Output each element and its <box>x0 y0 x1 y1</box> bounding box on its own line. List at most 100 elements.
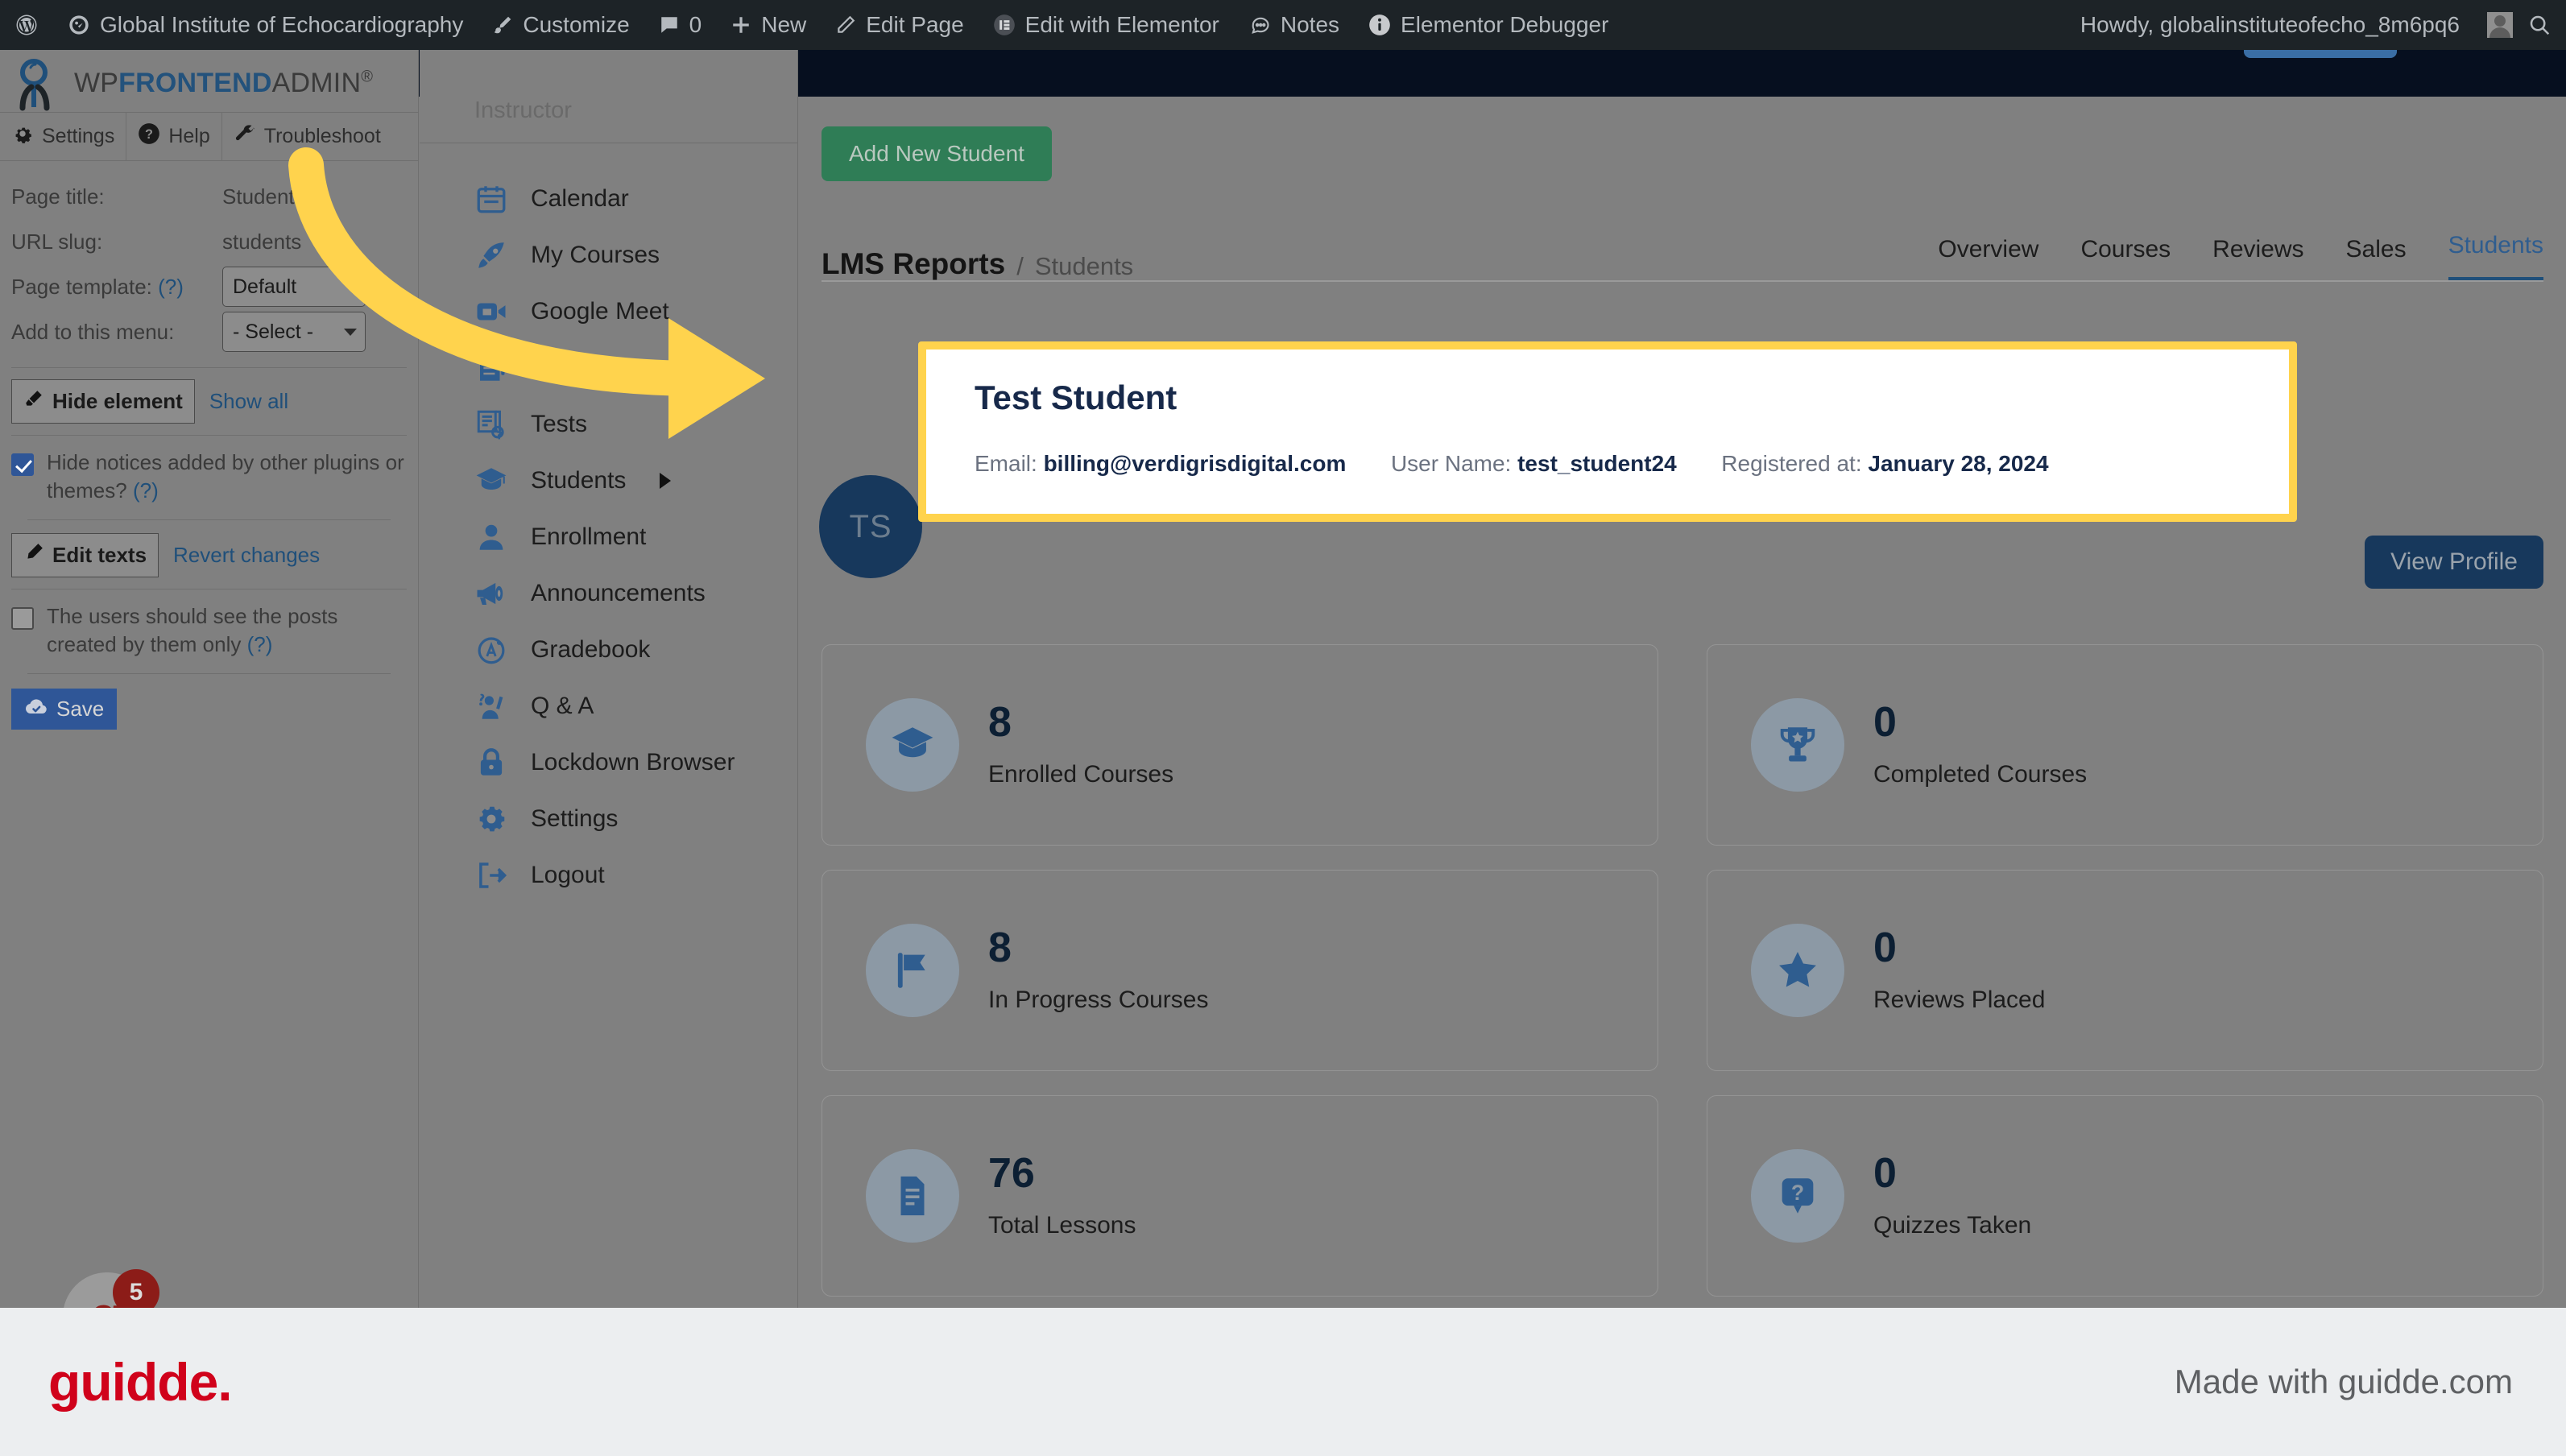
stat-card-quizzes-taken: ? 0 Quizzes Taken <box>1707 1095 2543 1297</box>
avatar[interactable] <box>2487 12 2513 38</box>
gear-icon <box>11 122 34 151</box>
graduation-cap-icon <box>866 698 959 792</box>
sidebar-item-logout[interactable]: Logout <box>420 847 797 904</box>
site-name-menu[interactable]: Global Institute of Echocardiography <box>53 0 478 50</box>
student-meta: Email: billing@verdigrisdigital.com User… <box>975 451 2049 477</box>
search-icon[interactable] <box>2513 0 2566 50</box>
student-info-highlight-card: Test Student Email: billing@verdigrisdig… <box>918 341 2297 522</box>
howdy-user-menu[interactable]: Howdy, globalinstituteofecho_8m6pq6 <box>2066 0 2474 50</box>
email-label: Email: <box>975 451 1037 476</box>
stat-card-text: 0 Quizzes Taken <box>1873 1152 2031 1239</box>
sidebar-item-announcements[interactable]: Announcements <box>420 565 797 622</box>
stat-label: Enrolled Courses <box>988 761 1174 788</box>
customize-menu[interactable]: Customize <box>478 0 644 50</box>
stat-value: 0 <box>1873 699 1897 746</box>
stat-value: 76 <box>988 1150 1035 1197</box>
made-with-guidde-label: Made with guidde.com <box>2174 1363 2513 1400</box>
guidde-footer: guidde. Made with guidde.com <box>0 1308 2566 1456</box>
stat-card-reviews-placed: 0 Reviews Placed <box>1707 870 2543 1071</box>
guidde-logo: guidde. <box>48 1352 233 1412</box>
edit-texts-label: Edit texts <box>52 543 147 568</box>
tab-students[interactable]: Students <box>2448 232 2543 281</box>
view-profile-button[interactable]: View Profile <box>2365 536 2543 589</box>
wordpress-logo-menu[interactable] <box>0 0 53 50</box>
magnifier-person-icon <box>10 55 68 113</box>
cloud-save-icon <box>24 697 48 722</box>
edit-page-menu[interactable]: Edit Page <box>821 0 978 50</box>
site-name-label: Global Institute of Echocardiography <box>100 12 464 37</box>
report-tabs: Overview Courses Reviews Sales Students <box>1938 232 2543 281</box>
users-own-posts-checkbox[interactable] <box>11 607 34 631</box>
username-value: test_student24 <box>1517 451 1677 476</box>
tabs-underline <box>822 280 2543 282</box>
sidebar-item-qa[interactable]: Q & A <box>420 678 797 734</box>
new-label: New <box>761 12 807 37</box>
help-icon: ? <box>138 122 160 151</box>
gear-icon <box>474 802 508 836</box>
stat-value: 8 <box>988 924 1012 971</box>
hide-element-label: Hide element <box>52 389 183 413</box>
elementor-icon <box>993 14 1016 36</box>
comments-count: 0 <box>689 12 702 37</box>
notes-menu[interactable]: Notes <box>1234 0 1354 50</box>
stat-card-text: 8 In Progress Courses <box>988 927 1208 1014</box>
dashboard-icon <box>68 14 90 36</box>
wp-admin-bar: Global Institute of Echocardiography Cus… <box>0 0 2566 50</box>
tab-overview[interactable]: Overview <box>1938 236 2038 281</box>
elementor-debugger-label: Elementor Debugger <box>1401 12 1609 37</box>
registered-label: Registered at: <box>1721 451 1862 476</box>
student-name: Test Student <box>975 378 1177 416</box>
document-icon <box>866 1149 959 1243</box>
stat-card-completed-courses: 0 Completed Courses <box>1707 644 2543 846</box>
svg-text:?: ? <box>145 127 153 142</box>
save-button[interactable]: Save <box>11 689 118 730</box>
tab-courses[interactable]: Courses <box>2080 236 2171 281</box>
edit-with-elementor-menu[interactable]: Edit with Elementor <box>979 0 1234 50</box>
edit-texts-button[interactable]: Edit texts <box>11 533 159 578</box>
new-content-menu[interactable]: New <box>716 0 821 50</box>
stat-value: 8 <box>988 699 1012 746</box>
guidde-arrow <box>288 147 765 439</box>
instructor-title: Instructor <box>420 50 797 143</box>
stat-card-text: 8 Enrolled Courses <box>988 701 1173 788</box>
elementor-debugger-menu[interactable]: Elementor Debugger <box>1354 0 1623 50</box>
brand-frontend: FRONTEND <box>118 68 272 98</box>
notes-icon <box>1248 14 1271 36</box>
tab-settings[interactable]: Settings <box>0 113 127 160</box>
users-own-posts-help-icon[interactable]: (?) <box>247 632 273 656</box>
pencil-icon <box>23 542 44 569</box>
svg-text:?: ? <box>1791 1181 1804 1205</box>
sidebar-item-label: Logout <box>531 862 605 888</box>
users-own-posts-label: The users should see the posts created b… <box>47 602 407 659</box>
sidebar-item-lockdown-browser[interactable]: Lockdown Browser <box>420 734 797 791</box>
save-label: Save <box>56 697 105 722</box>
question-mark-icon: ? <box>1751 1149 1844 1243</box>
stat-card-in-progress-courses: 8 In Progress Courses <box>822 870 1658 1071</box>
hide-element-button[interactable]: Hide element <box>11 379 195 424</box>
screenshot-root: Global Institute of Echocardiography Cus… <box>0 0 2566 1456</box>
tab-sales[interactable]: Sales <box>2346 236 2407 281</box>
stat-label: Reviews Placed <box>1873 987 2046 1013</box>
star-icon <box>1751 924 1844 1017</box>
sidebar-item-label: Q & A <box>531 693 594 719</box>
sidebar-item-settings[interactable]: Settings <box>420 791 797 847</box>
hide-notices-help-icon[interactable]: (?) <box>133 478 159 503</box>
plus-icon <box>730 14 751 35</box>
breadcrumb-separator: / <box>1016 252 1024 280</box>
stat-label: Quizzes Taken <box>1873 1212 2032 1239</box>
info-icon <box>1368 14 1391 36</box>
sidebar-item-label: Lockdown Browser <box>531 749 735 776</box>
sidebar-item-gradebook[interactable]: Gradebook <box>420 622 797 678</box>
brand-wp: WP <box>74 68 119 98</box>
reports-header: LMS Reports / Students Overview Courses … <box>822 232 2543 281</box>
hide-notices-checkbox[interactable] <box>11 453 34 476</box>
brand-admin: ADMIN <box>271 68 362 98</box>
edit-page-label: Edit Page <box>866 12 964 37</box>
stat-card-total-lessons: 76 Total Lessons <box>822 1095 1658 1297</box>
wordpress-icon <box>14 13 39 37</box>
comments-menu[interactable]: 0 <box>644 0 717 50</box>
page-template-help-icon[interactable]: (?) <box>158 275 184 299</box>
tab-reviews[interactable]: Reviews <box>2212 236 2303 281</box>
flag-icon <box>866 924 959 1017</box>
lock-icon <box>474 746 508 780</box>
